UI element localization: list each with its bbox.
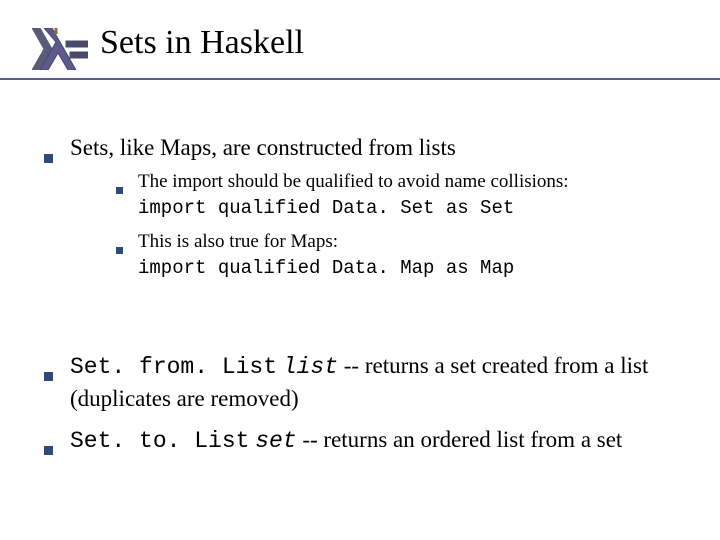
square-bullet-icon — [116, 247, 123, 254]
code-snippet: Set. from. List — [70, 354, 277, 380]
square-bullet-icon — [116, 187, 123, 194]
code-snippet: import qualified Data. Set as Set — [138, 197, 514, 219]
bullet-text: Sets, like Maps, are constructed from li… — [70, 135, 456, 160]
sub-bullet-text: The import should be qualified to avoid … — [138, 171, 569, 192]
haskell-logo-icon — [32, 28, 88, 70]
bullet-level1: Set. to. List set -- returns an ordered … — [44, 424, 676, 463]
code-snippet: Set. to. List — [70, 428, 249, 454]
slide-header: Sets in Haskell — [0, 0, 720, 104]
header-divider — [0, 78, 720, 80]
square-bullet-icon — [44, 154, 53, 163]
code-argument: set — [255, 428, 296, 454]
square-bullet-icon — [44, 372, 53, 381]
bullet-level2: The import should be qualified to avoid … — [116, 169, 676, 221]
square-bullet-icon — [44, 446, 53, 455]
bullet-text: -- returns an ordered list from a set — [297, 427, 623, 452]
code-snippet: import qualified Data. Map as Map — [138, 257, 514, 279]
code-argument: list — [283, 354, 338, 380]
slide-body: Sets, like Maps, are constructed from li… — [0, 104, 720, 463]
bullet-level1: Set. from. List list -- returns a set cr… — [44, 350, 676, 414]
slide-title: Sets in Haskell — [100, 24, 720, 62]
bullet-level2: This is also true for Maps: import quali… — [116, 229, 676, 281]
bullet-level1: Sets, like Maps, are constructed from li… — [44, 132, 676, 290]
sub-bullet-text: This is also true for Maps: — [138, 231, 338, 252]
